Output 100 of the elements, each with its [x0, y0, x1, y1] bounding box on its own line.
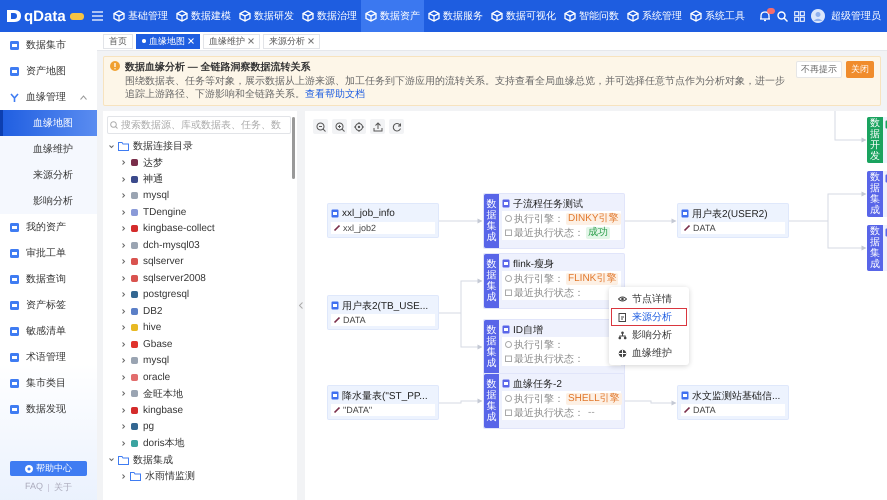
caret-right-icon[interactable] — [121, 408, 126, 413]
tree-item[interactable]: pg — [107, 418, 293, 435]
tree-item[interactable]: Gbase — [107, 336, 293, 352]
export-icon[interactable] — [372, 122, 382, 132]
cube-icon — [113, 10, 125, 22]
tree-item[interactable]: kingbase-collect — [107, 220, 293, 237]
page-tab[interactable]: 血缘维护 — [203, 34, 260, 48]
task-node[interactable]: 数据集成 flink-瘦身 执行引擎： FLINK引擎 最近执行状态： — [483, 253, 625, 309]
menu-item[interactable]: 来源分析 — [611, 308, 687, 326]
refresh-icon[interactable] — [392, 122, 402, 132]
sidebar-item[interactable]: 审批工单 — [0, 240, 97, 266]
grid-icon[interactable] — [794, 10, 805, 22]
page-tab[interactable]: 血缘地图 — [136, 34, 200, 48]
caret-right-icon[interactable] — [121, 176, 126, 182]
node-title: 用户表2(TB_USE... — [342, 300, 428, 312]
caret-right-icon[interactable] — [121, 440, 126, 446]
table-node[interactable]: xxl_job_info xxl_job2 — [327, 203, 439, 238]
caret-right-icon[interactable] — [121, 210, 126, 215]
tree-item[interactable]: mysql — [107, 352, 293, 369]
caret-right-icon[interactable] — [121, 193, 126, 198]
caret-right-icon[interactable] — [121, 226, 126, 232]
zoom-out-icon[interactable] — [316, 122, 326, 132]
table-node[interactable]: 水文监测站基础信... DATA — [677, 385, 789, 420]
nav-tab[interactable]: 数据建模 — [172, 0, 235, 32]
locate-icon[interactable] — [354, 122, 364, 132]
caret-right-icon[interactable] — [121, 308, 126, 314]
tree-item[interactable]: doris本地 — [107, 435, 293, 452]
engine-icon — [505, 341, 512, 348]
tree-item[interactable]: 金旺本地 — [107, 386, 293, 402]
tree-item[interactable]: postgresql — [107, 286, 293, 303]
tree-item[interactable]: sqlserver2008 — [107, 270, 293, 286]
nav-tab[interactable]: 系统工具 — [686, 0, 749, 32]
help-doc-link[interactable]: 查看帮助文档 — [305, 89, 365, 100]
sidebar-item[interactable]: 集市类目 — [0, 370, 97, 396]
task-node[interactable]: 数据集成 子流程任务测试 执行引擎： DINKY引擎 最近执行状态： 成功 — [483, 193, 625, 249]
tree-item[interactable]: 神通 — [107, 171, 293, 188]
sidebar-item[interactable]: 术语管理 — [0, 344, 97, 370]
sidebar-item[interactable]: 资产标签 — [0, 292, 97, 318]
sidebar-subitem[interactable]: 血缘维护 — [0, 136, 97, 162]
tree-item[interactable]: mysql — [107, 188, 293, 204]
menu-icon[interactable] — [92, 11, 103, 21]
sidebar-item[interactable]: 敏感清单 — [0, 318, 97, 344]
sidebar-item[interactable]: 数据发现 — [0, 396, 97, 422]
task-node[interactable]: 数据集成 血缘任务-2 执行引擎： SHELL引擎 最近执行状态： -- — [483, 373, 625, 429]
tree-item[interactable]: hive — [107, 320, 293, 336]
bell-icon[interactable] — [759, 10, 771, 22]
tree-item[interactable]: dch-mysql03 — [107, 237, 293, 254]
tree-item[interactable]: DB2 — [107, 303, 293, 320]
caret-right-icon[interactable] — [121, 259, 126, 264]
nav-tab[interactable]: 智能问数 — [560, 0, 623, 32]
zoom-in-icon[interactable] — [334, 122, 344, 132]
nav-tab[interactable]: 基础管理 — [109, 0, 172, 32]
caret-down-icon[interactable] — [109, 457, 114, 462]
caret-down-icon[interactable] — [109, 144, 114, 149]
help-center-button[interactable]: 帮助中心 — [10, 461, 87, 476]
caret-right-icon[interactable] — [121, 374, 126, 380]
caret-right-icon[interactable] — [121, 474, 126, 479]
caret-right-icon[interactable] — [121, 391, 126, 396]
sidebar-item[interactable]: 数据集市 — [0, 32, 97, 58]
caret-right-icon[interactable] — [121, 242, 126, 248]
nav-tab[interactable]: 数据服务 — [424, 0, 487, 32]
table-node[interactable]: 降水量表("ST_PP... "DATA" — [327, 385, 439, 420]
caret-right-icon[interactable] — [121, 424, 126, 430]
nav-tab[interactable]: 数据研发 — [235, 0, 298, 32]
tree-item[interactable]: 达梦 — [107, 154, 293, 171]
caret-right-icon[interactable] — [121, 276, 126, 281]
page-tab[interactable]: 首页 — [103, 34, 133, 48]
caret-right-icon[interactable] — [121, 358, 126, 364]
nav-tab[interactable]: 数据资产 — [361, 0, 424, 32]
sidebar-item[interactable]: 数据查询 — [0, 266, 97, 292]
caret-right-icon[interactable] — [121, 292, 126, 298]
nav-tab[interactable]: 系统管理 — [623, 0, 686, 32]
caret-right-icon[interactable] — [121, 160, 126, 166]
sidebar-item[interactable]: 血缘管理 — [0, 84, 97, 110]
dismiss-button[interactable]: 不再提示 — [796, 61, 842, 78]
tree-item[interactable]: TDengine — [107, 204, 293, 220]
tree-item[interactable]: oracle — [107, 369, 293, 386]
search-icon[interactable] — [777, 10, 788, 22]
table-node[interactable]: 用户表2(TB_USE... DATA — [327, 295, 439, 330]
sidebar-item[interactable]: 资产地图 — [0, 58, 97, 84]
nav-tab[interactable]: 数据治理 — [298, 0, 361, 32]
avatar-icon[interactable] — [811, 9, 825, 23]
close-icon[interactable] — [248, 38, 254, 44]
nav-tab[interactable]: 数据可视化 — [487, 0, 560, 32]
sidebar-item[interactable]: 我的资产 — [0, 214, 97, 240]
sidebar-subitem[interactable]: 影响分析 — [0, 188, 97, 214]
tree-item[interactable]: sqlserver — [107, 254, 293, 270]
sidebar-subitem[interactable]: 来源分析 — [0, 162, 97, 188]
sidebar-subitem[interactable]: 血缘地图 — [0, 110, 97, 136]
user-name[interactable]: 超级管理员 — [831, 9, 881, 23]
field-label: 执行引擎： — [514, 272, 564, 286]
table-node[interactable]: 用户表2(USER2) DATA — [677, 203, 789, 238]
tree-item[interactable]: 数据集成 — [107, 452, 293, 468]
page-tab[interactable]: 来源分析 — [263, 34, 320, 48]
close-icon[interactable] — [308, 38, 314, 44]
tree-item[interactable]: 数据连接目录 — [107, 138, 293, 154]
tree-item[interactable]: 水雨情监测 — [107, 468, 293, 484]
caret-right-icon[interactable] — [121, 325, 126, 330]
tree-item[interactable]: kingbase — [107, 402, 293, 418]
caret-right-icon[interactable] — [121, 342, 126, 347]
